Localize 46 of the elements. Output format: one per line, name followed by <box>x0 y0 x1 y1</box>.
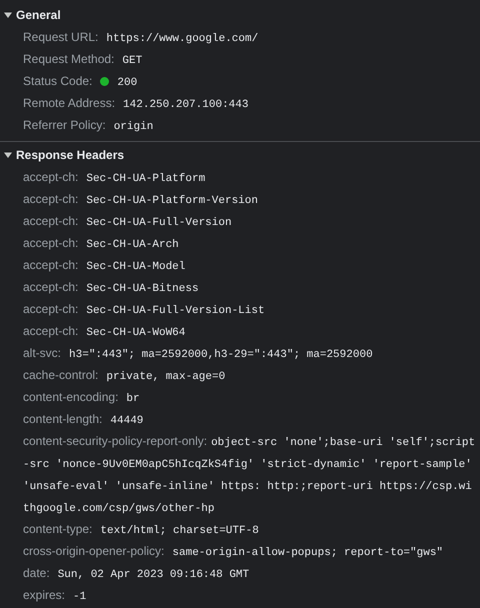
header-name: accept-ch: <box>23 192 78 206</box>
header-name: cross-origin-opener-policy: <box>23 544 164 558</box>
header-name: accept-ch: <box>23 302 78 316</box>
header-name: accept-ch: <box>23 258 78 272</box>
header-name: Status Code: <box>23 74 92 88</box>
header-value: 200 <box>117 77 138 89</box>
header-value: Sec-CH-UA-Bitness <box>86 283 199 295</box>
header-value: Sec-CH-UA-Full-Version-List <box>86 305 265 317</box>
header-name: Referrer Policy: <box>23 118 106 132</box>
header-value: -1 <box>73 591 86 603</box>
expand-triangle-icon <box>4 151 12 159</box>
header-name: content-length: <box>23 412 102 426</box>
header-name: accept-ch: <box>23 236 78 250</box>
header-value: 44449 <box>110 415 144 427</box>
header-name: Request Method: <box>23 52 114 66</box>
header-name: accept-ch: <box>23 280 78 294</box>
header-value: br <box>126 393 140 405</box>
header-name: Request URL: <box>23 30 98 44</box>
header-value: https://www.google.com/ <box>106 33 258 45</box>
header-name: expires: <box>23 588 66 602</box>
header-value: Sec-CH-UA-WoW64 <box>86 327 186 339</box>
header-value: Sec-CH-UA-Full-Version <box>86 217 232 229</box>
header-name: cache-control: <box>23 368 98 382</box>
section-header[interactable]: General <box>0 4 480 26</box>
header-name: content-type: <box>23 522 92 536</box>
header-name: content-encoding: <box>23 390 118 404</box>
header-value: origin <box>114 121 154 133</box>
section-header[interactable]: Response Headers <box>0 144 480 166</box>
header-value: Sec-CH-UA-Arch <box>86 239 179 251</box>
header-name: accept-ch: <box>23 170 78 184</box>
header-value: private, max-age=0 <box>106 371 226 383</box>
header-value: Sec-CH-UA-Platform-Version <box>86 195 258 207</box>
header-value: Sun, 02 Apr 2023 09:16:48 GMT <box>58 569 250 581</box>
header-name: accept-ch: <box>23 214 78 228</box>
header-value: GET <box>122 55 142 67</box>
header-value: Sec-CH-UA-Platform <box>86 173 206 185</box>
header-name: accept-ch: <box>23 324 78 338</box>
header-name: alt-svc: <box>23 346 62 360</box>
header-value: same-origin-allow-popups; report-to="gws" <box>172 547 444 559</box>
header-name: date: <box>23 566 50 580</box>
header-value: Sec-CH-UA-Model <box>86 261 186 273</box>
expand-triangle-icon <box>4 11 12 19</box>
header-value: text/html; charset=UTF-8 <box>100 525 259 537</box>
header-value: h3=":443"; ma=2592000,h3-29=":443"; ma=2592000 <box>69 349 373 361</box>
header-value: 142.250.207.100:443 <box>123 99 248 111</box>
header-name: Remote Address: <box>23 96 116 110</box>
